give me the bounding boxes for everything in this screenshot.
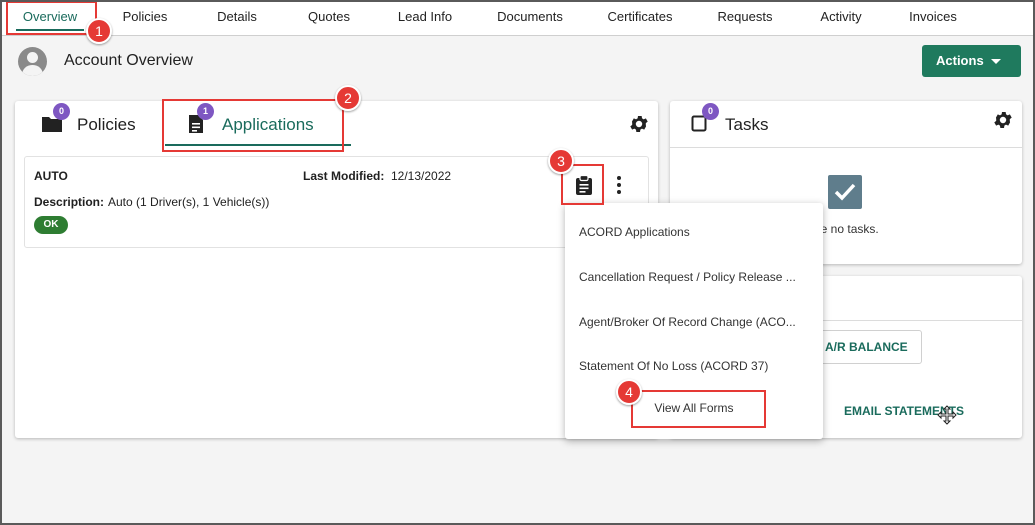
- policies-tab-label: Policies: [77, 115, 136, 134]
- gear-icon[interactable]: [628, 113, 650, 135]
- tasks-count-badge: 0: [702, 103, 719, 120]
- last-modified-value: 12/13/2022: [391, 169, 452, 183]
- status-badge: OK: [34, 216, 68, 234]
- tab-quotes[interactable]: Quotes: [296, 0, 362, 34]
- description-value: Auto (1 Driver(s), 1 Vehicle(s)): [108, 195, 270, 209]
- tab-requests[interactable]: Requests: [709, 0, 781, 34]
- policies-count-badge: 0: [53, 103, 70, 120]
- clipboard-icon[interactable]: [573, 174, 595, 196]
- tab-invoices[interactable]: Invoices: [899, 0, 967, 34]
- ar-balance-label: A/R BALANCE: [825, 340, 908, 354]
- step-marker-4: 4: [616, 379, 642, 405]
- caret-down-icon: [991, 59, 1001, 64]
- menu-item-statement-of-no-loss[interactable]: Statement Of No Loss (ACORD 37): [579, 359, 815, 373]
- tab-policies[interactable]: Policies: [108, 0, 182, 34]
- forms-dropdown-menu: ACORD Applications Cancellation Request …: [565, 203, 823, 439]
- actions-button[interactable]: Actions: [922, 45, 1021, 77]
- tasks-divider: [670, 147, 1022, 148]
- gear-icon[interactable]: [992, 109, 1014, 131]
- top-nav: Overview Policies Details Quotes Lead In…: [0, 0, 1035, 36]
- tab-overview[interactable]: Overview: [10, 0, 90, 34]
- move-cursor-icon: [937, 405, 957, 425]
- step-marker-2: 2: [335, 85, 361, 111]
- menu-item-cancellation-request[interactable]: Cancellation Request / Policy Release ..…: [579, 270, 815, 284]
- active-tab-indicator: [165, 144, 351, 146]
- tab-documents[interactable]: Documents: [488, 0, 572, 34]
- tab-policies-card[interactable]: 0 Policies: [35, 101, 155, 147]
- menu-item-broker-of-record-change[interactable]: Agent/Broker Of Record Change (ACO...: [579, 315, 815, 329]
- checkmark-icon: [828, 175, 862, 209]
- ar-balance-button[interactable]: A/R BALANCE: [820, 330, 922, 364]
- tasks-title: Tasks: [725, 115, 769, 134]
- avatar-icon: [18, 47, 47, 76]
- description-label: Description:: [34, 195, 105, 209]
- more-options-icon[interactable]: [611, 175, 627, 195]
- page-header: Account Overview Actions: [0, 37, 1035, 89]
- applications-count-badge: 1: [197, 103, 214, 120]
- tab-certificates[interactable]: Certificates: [596, 0, 684, 34]
- actions-button-label: Actions: [936, 53, 984, 68]
- tab-details[interactable]: Details: [205, 0, 269, 34]
- last-modified-label: Last Modified:: [303, 169, 385, 183]
- tab-applications-card[interactable]: 1 Applications: [175, 101, 345, 147]
- tab-lead-info[interactable]: Lead Info: [386, 0, 464, 34]
- tab-activity[interactable]: Activity: [808, 0, 874, 34]
- step-marker-1: 1: [86, 18, 112, 44]
- page-title: Account Overview: [64, 52, 193, 69]
- menu-item-acord-applications[interactable]: ACORD Applications: [579, 225, 815, 239]
- application-type: AUTO: [34, 169, 68, 183]
- applications-tab-label: Applications: [222, 115, 314, 134]
- view-all-forms-button[interactable]: View All Forms: [565, 401, 823, 415]
- step-marker-3: 3: [548, 148, 574, 174]
